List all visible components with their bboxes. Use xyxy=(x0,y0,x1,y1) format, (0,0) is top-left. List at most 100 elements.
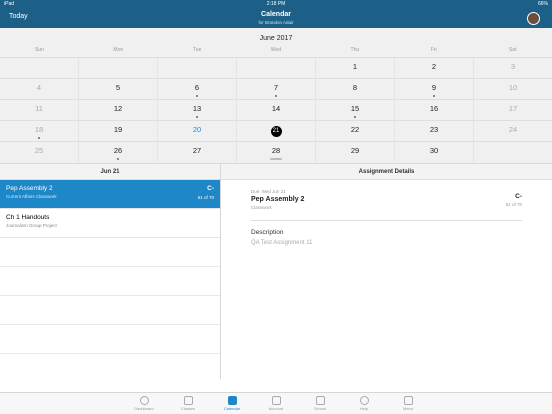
empty-row xyxy=(0,296,220,325)
calendar-week: 1 2 3 xyxy=(0,57,552,78)
clock: 2:18 PM xyxy=(266,1,286,7)
day-cell[interactable]: 6 xyxy=(157,79,236,99)
tab-help[interactable]: Help xyxy=(342,393,386,414)
weekday-header: Sun Mon Tue Wed Thu Fri Sat xyxy=(0,47,552,57)
calendar-month: June 2017 Sun Mon Tue Wed Thu Fri Sat 1 … xyxy=(0,28,552,163)
tab-school[interactable]: School xyxy=(298,393,342,414)
month-title: June 2017 xyxy=(259,35,293,42)
day-number: 15 xyxy=(350,104,360,113)
detail-category: Classwork xyxy=(251,205,272,210)
account-icon xyxy=(271,396,281,405)
drag-handle[interactable] xyxy=(270,158,282,160)
event-dot xyxy=(275,95,277,97)
day-number: 7 xyxy=(273,83,279,92)
tab-label: School xyxy=(313,406,327,411)
day-cell[interactable]: 13 xyxy=(157,100,236,120)
divider xyxy=(251,220,522,221)
battery-label: 66% xyxy=(537,1,548,7)
help-icon xyxy=(359,396,369,405)
day-cell[interactable]: 9 xyxy=(394,79,473,99)
event-dot xyxy=(354,116,356,118)
tab-label: Menu xyxy=(402,406,413,411)
calendar-week: 18 19 20 21 22 23 24 xyxy=(0,120,552,141)
assignment-detail: Due: Wed Jun 21 Pep Assembly 2 Classwork… xyxy=(221,180,552,246)
selected-day-number: 21 xyxy=(270,126,282,137)
list-item[interactable]: Ch 1 Handouts Journalism Group Project xyxy=(0,209,220,238)
assignment-title: Pep Assembly 2 xyxy=(6,185,53,192)
weekday-label: Thu xyxy=(350,47,360,53)
assignment-score: 51 of 70 xyxy=(197,195,214,200)
day-cell[interactable]: 24 xyxy=(473,121,552,141)
nav-bar: Today Calendar for Brandon Adair xyxy=(0,9,552,28)
empty-row xyxy=(0,267,220,296)
split-panes: Jun 21 Pep Assembly 2 Current Affairs Cl… xyxy=(0,163,552,379)
page-subtitle: for Brandon Adair xyxy=(258,20,294,25)
day-cell[interactable]: 14 xyxy=(236,100,315,120)
empty-row xyxy=(0,238,220,267)
event-dot xyxy=(433,95,435,97)
avatar[interactable] xyxy=(527,12,540,25)
day-cell[interactable]: 16 xyxy=(394,100,473,120)
tab-menu[interactable]: Menu xyxy=(386,393,430,414)
day-cell-today[interactable]: 20 xyxy=(157,121,236,141)
day-cell[interactable]: 8 xyxy=(315,79,394,99)
list-item[interactable]: Pep Assembly 2 Current Affairs Classwork… xyxy=(0,180,220,209)
school-icon xyxy=(315,396,325,405)
event-dot xyxy=(196,95,198,97)
day-cell[interactable]: 27 xyxy=(157,142,236,162)
day-cell[interactable]: 11 xyxy=(0,100,78,120)
weekday-label: Sat xyxy=(508,47,517,53)
tab-classes[interactable]: Classes xyxy=(166,393,210,414)
detail-title: Pep Assembly 2 xyxy=(251,196,305,203)
day-cell[interactable]: 4 xyxy=(0,79,78,99)
day-cell[interactable]: 1 xyxy=(315,58,394,78)
empty-row xyxy=(0,325,220,354)
day-cell-selected[interactable]: 21 xyxy=(236,121,315,141)
calendar-icon xyxy=(227,396,237,405)
page-title: Calendar xyxy=(261,11,291,18)
tab-calendar[interactable]: Calendar xyxy=(210,393,254,414)
menu-icon xyxy=(403,396,413,405)
weekday-label: Wed xyxy=(270,47,282,53)
event-dot xyxy=(117,158,119,160)
status-bar: iPad 2:18 PM 66% xyxy=(0,0,552,9)
day-cell[interactable]: 12 xyxy=(78,100,157,120)
day-cell[interactable]: 26 xyxy=(78,142,157,162)
tab-label: Account xyxy=(268,406,284,411)
day-cell[interactable]: 22 xyxy=(315,121,394,141)
day-cell[interactable]: 15 xyxy=(315,100,394,120)
day-cell[interactable]: 25 xyxy=(0,142,78,162)
day-cell xyxy=(78,58,157,78)
day-cell xyxy=(236,58,315,78)
due-date: Due: Wed Jun 21 xyxy=(251,189,286,194)
dashboard-icon xyxy=(139,396,149,405)
day-number: 6 xyxy=(194,83,200,92)
day-cell[interactable]: 7 xyxy=(236,79,315,99)
day-cell[interactable]: 23 xyxy=(394,121,473,141)
day-cell[interactable]: 18 xyxy=(0,121,78,141)
tab-label: Classes xyxy=(180,406,196,411)
day-cell[interactable]: 3 xyxy=(473,58,552,78)
classes-icon xyxy=(183,396,193,405)
description-label: Description xyxy=(251,229,284,236)
day-cell[interactable]: 30 xyxy=(394,142,473,162)
day-cell[interactable]: 2 xyxy=(394,58,473,78)
calendar-week: 11 12 13 14 15 16 17 xyxy=(0,99,552,120)
details-pane: Assignment Details Due: Wed Jun 21 Pep A… xyxy=(221,164,552,379)
day-cell[interactable]: 5 xyxy=(78,79,157,99)
weekday-label: Sun xyxy=(34,47,44,53)
event-dot xyxy=(38,137,40,139)
assignment-subtitle: Journalism Group Project xyxy=(6,223,57,228)
tab-dashboard[interactable]: Dashboard xyxy=(122,393,166,414)
tab-bar: Dashboard Classes Calendar Account Schoo… xyxy=(0,392,552,414)
day-cell[interactable]: 10 xyxy=(473,79,552,99)
event-dot xyxy=(196,116,198,118)
tab-label: Dashboard xyxy=(134,406,154,411)
day-number: 26 xyxy=(113,146,123,155)
day-cell[interactable]: 17 xyxy=(473,100,552,120)
detail-grade: C- xyxy=(515,193,522,200)
day-cell[interactable]: 19 xyxy=(78,121,157,141)
tab-account[interactable]: Account xyxy=(254,393,298,414)
weekday-label: Fri xyxy=(430,47,437,53)
day-cell[interactable]: 29 xyxy=(315,142,394,162)
